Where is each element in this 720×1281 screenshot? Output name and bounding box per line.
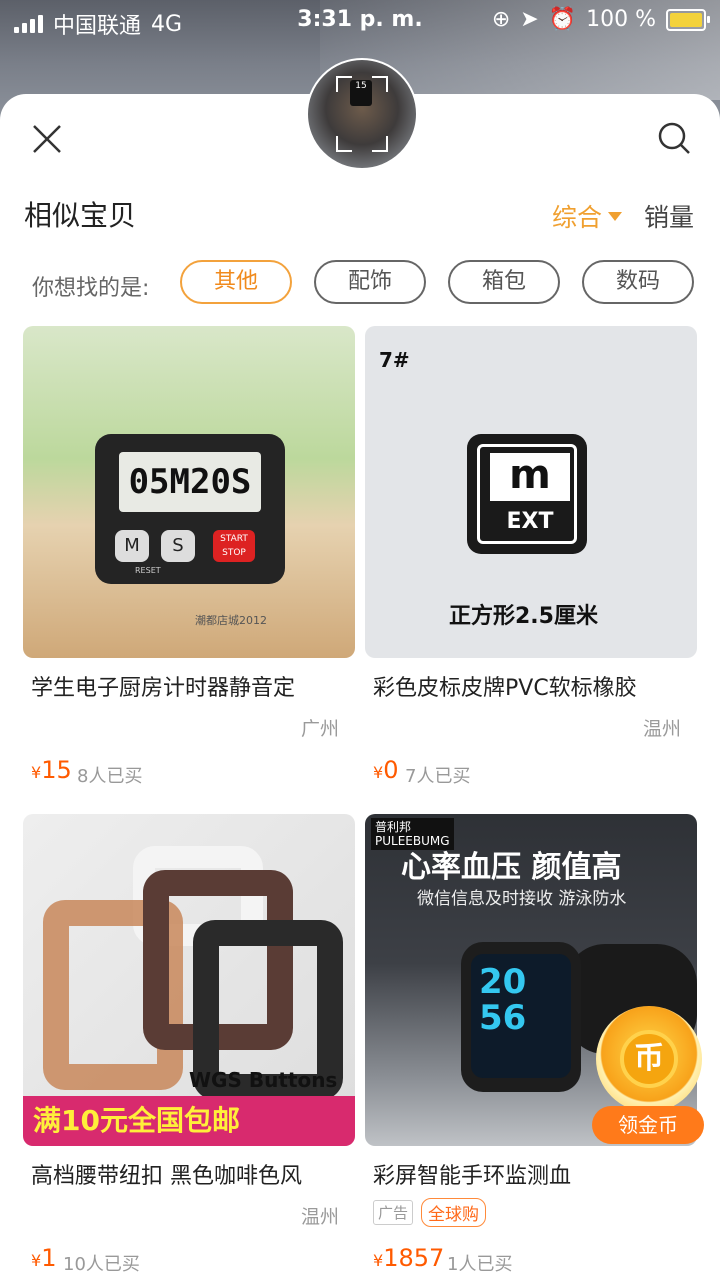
price-value: 1 (41, 1244, 57, 1272)
product-card[interactable]: 05M20S M S START STOP RESET 潮都店城2012 学生电… (23, 326, 355, 787)
image-headline: 心率血压 颜值高 (401, 850, 622, 885)
gold-coin-widget[interactable]: 币 领金币 (586, 1006, 714, 1156)
sort-sales[interactable]: 销量 (644, 198, 694, 234)
product-name: 高档腰带纽扣 黑色咖啡色风 (31, 1164, 302, 1189)
product-name: 彩屏智能手环监测血 (373, 1164, 572, 1189)
search-image-thumbnail[interactable]: 15 (306, 58, 418, 170)
battery-percent: 100 % (586, 7, 656, 32)
price-value: 15 (41, 756, 72, 784)
filter-prompt: 你想找的是: (32, 276, 150, 301)
product-image: 05M20S M S START STOP RESET 潮都店城2012 (23, 326, 355, 658)
chip-accessories[interactable]: 配饰 (314, 260, 426, 304)
claim-coins-button[interactable]: 领金币 (592, 1106, 704, 1144)
coin-icon: 币 (596, 1006, 702, 1112)
page-title: 相似宝贝 (24, 199, 137, 232)
product-location: 温州 (642, 718, 681, 740)
image-watermark: 潮都店城2012 (195, 614, 267, 627)
close-icon[interactable] (30, 122, 64, 156)
timer-reset-label: RESET (135, 566, 161, 575)
timer-button-stop: START STOP (213, 530, 255, 562)
price-value: 1857 (383, 1244, 445, 1272)
search-icon[interactable] (656, 120, 692, 156)
timer-button-m: M (115, 530, 149, 562)
sort-comprehensive[interactable]: 综合 (552, 198, 623, 234)
location-icon: ➤ (520, 7, 539, 32)
timer-button-s: S (161, 530, 195, 562)
battery-icon (666, 8, 710, 31)
image-brand: WGS Buttons (189, 1068, 338, 1092)
thumbnail-watch: 15 (350, 80, 372, 106)
coin-glyph: 币 (620, 1030, 678, 1088)
image-code: 7# (379, 348, 410, 372)
free-shipping-banner: 满10元全国包邮 (23, 1096, 355, 1146)
timer-display: 05M20S (119, 452, 261, 512)
logo-ext: EXT (506, 509, 554, 534)
image-caption: 正方形2.5厘米 (449, 604, 598, 629)
sold-count: 10人已买 (63, 1254, 140, 1275)
status-bar: 中国联通 4G 3:31 p. m. ⊕ ➤ ⏰ 100 % (0, 0, 720, 40)
product-image: WGS Buttons 满10元全国包邮 (23, 814, 355, 1146)
alarm-icon: ⏰ (548, 7, 577, 32)
image-subline: 微信信息及时接收 游泳防水 (417, 889, 627, 909)
sold-count: 1人已买 (447, 1254, 513, 1275)
ad-tag: 广告 (373, 1200, 414, 1225)
sold-count: 8人已买 (77, 766, 143, 787)
timer-picture: 05M20S M S START STOP RESET (95, 434, 285, 584)
watch-screen: 20 56 (471, 954, 571, 1078)
product-location: 温州 (300, 1206, 339, 1228)
product-tags: 广告 全球购 (373, 1198, 487, 1227)
product-name: 学生电子厨房计时器静音定 (31, 676, 296, 701)
sold-count: 7人已买 (405, 766, 471, 787)
product-price: ¥15 (31, 756, 72, 784)
patch-picture: m EXT (467, 434, 587, 554)
product-price: ¥1 (31, 1244, 57, 1272)
rotation-lock-icon: ⊕ (491, 7, 511, 32)
chip-bags[interactable]: 箱包 (448, 260, 560, 304)
price-value: 0 (383, 756, 399, 784)
sort-comprehensive-label: 综合 (552, 203, 603, 232)
global-tag: 全球购 (421, 1198, 487, 1227)
chip-other[interactable]: 其他 (180, 260, 292, 304)
product-price: ¥0 (373, 756, 399, 784)
dropdown-triangle-icon (608, 211, 623, 221)
logo-m: m (490, 453, 570, 501)
chip-digital[interactable]: 数码 (582, 260, 694, 304)
product-image: 7# m EXT 正方形2.5厘米 (365, 326, 697, 658)
product-card[interactable]: WGS Buttons 满10元全国包邮 高档腰带纽扣 黑色咖啡色风 温州 ¥1… (23, 814, 355, 1275)
watch-picture: 20 56 (461, 942, 581, 1092)
product-card[interactable]: 7# m EXT 正方形2.5厘米 彩色皮标皮牌PVC软标橡胶 温州 ¥0 7人… (365, 326, 697, 787)
product-name: 彩色皮标皮牌PVC软标橡胶 (373, 676, 637, 701)
product-location: 广州 (300, 718, 339, 740)
brand-cn: 普利邦 (375, 820, 412, 834)
product-price: ¥1857 (373, 1244, 445, 1272)
